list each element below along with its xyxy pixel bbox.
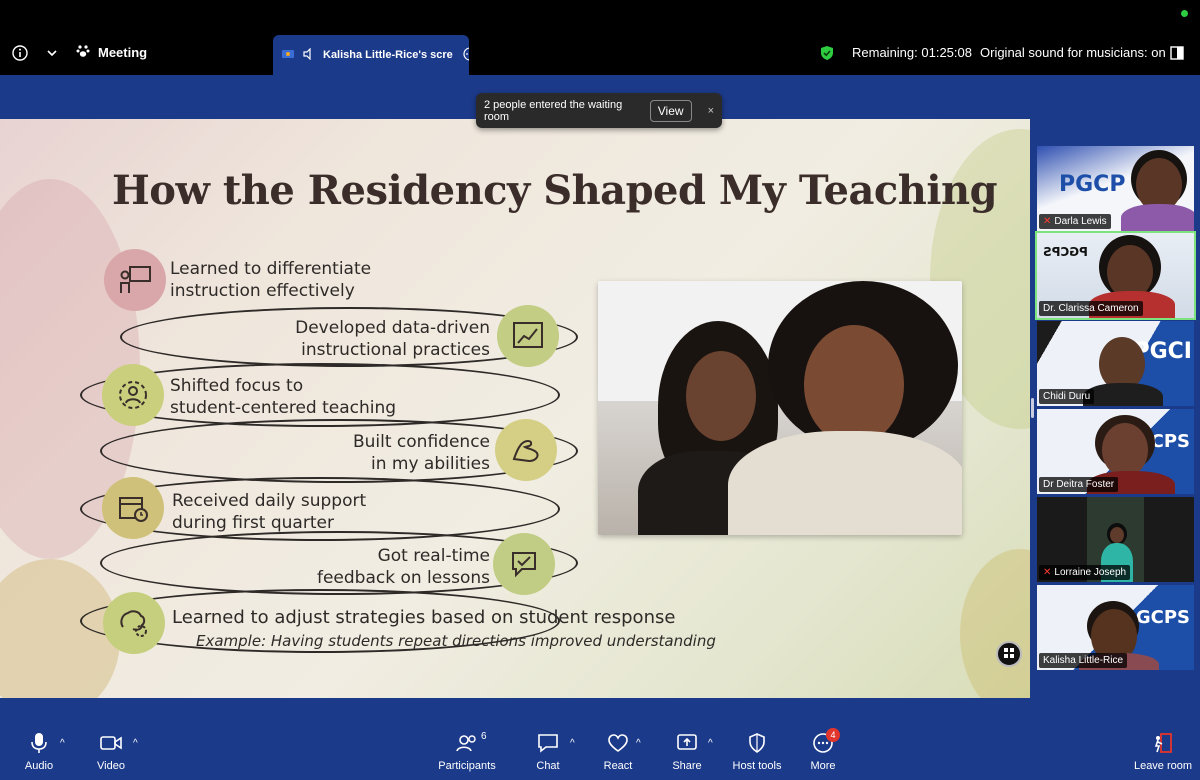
participant-tile[interactable]: PGCI Chidi Duru [1037, 321, 1194, 406]
more-badge: 4 [826, 728, 840, 742]
chat-icon [537, 730, 559, 756]
pgcps-logo: PGCPS [1043, 245, 1088, 259]
participant-video [1110, 527, 1124, 543]
remaining-time: Remaining: 01:25:08 [852, 45, 972, 60]
calendar-icon [102, 477, 164, 539]
chart-icon [497, 305, 559, 367]
presentation-icon [104, 249, 166, 311]
slide-title: How the Residency Shaped My Teaching [112, 167, 998, 214]
muscle-icon [495, 419, 557, 481]
mic-muted-icon: ✕ [1043, 216, 1052, 227]
participant-tile[interactable]: PGCPS Dr. Clarissa Cameron [1035, 231, 1196, 320]
microphone-icon [29, 730, 49, 756]
slide-item-text: Learned to differentiate instruction effe… [170, 259, 372, 301]
system-strip [0, 0, 1200, 30]
participant-tile[interactable]: PGCPS Dr Deitra Foster [1037, 409, 1194, 494]
slide-photo [598, 281, 962, 535]
more-button[interactable]: 4 More [788, 728, 858, 780]
mic-muted-icon: ✕ [1043, 567, 1052, 578]
shield-icon [748, 730, 766, 756]
participant-video [1102, 423, 1148, 477]
participants-icon: 6 [455, 730, 487, 756]
layout-icon[interactable] [1170, 30, 1184, 75]
caret-up-icon[interactable]: ^ [60, 738, 65, 749]
caret-up-icon[interactable]: ^ [570, 738, 575, 749]
speaker-icon [303, 47, 315, 63]
slide-item-text: Built confidence in my abilities [352, 432, 490, 474]
participant-tile[interactable]: PGCPS Kalisha Little-Rice [1037, 585, 1194, 670]
slide-item-text: Received daily support during first quart… [172, 491, 367, 533]
participant-name: Kalisha Little-Rice [1039, 653, 1128, 668]
original-sound-status[interactable]: Original sound for musicians: on [980, 30, 1166, 75]
student-icon [102, 364, 164, 426]
toast-message: 2 people entered the waiting room [484, 98, 623, 123]
slide-item-text: Shifted focus to student-centered teachin… [170, 376, 397, 418]
react-button[interactable]: React [583, 730, 653, 780]
info-icon[interactable] [12, 30, 28, 75]
slide-item-text: Developed data-driven instructional pract… [295, 318, 490, 360]
host-tools-button[interactable]: Host tools [722, 730, 792, 780]
slide-item-example: Example: Having students repeat directio… [196, 632, 716, 650]
paw-icon [76, 44, 90, 61]
participants-count: 6 [481, 731, 487, 742]
slide-item-text: Got real-time feedback on lessons [316, 546, 490, 588]
shared-screen: How the Residency Shaped My Teaching Lea… [0, 119, 1030, 698]
expand-icon [1003, 647, 1015, 662]
caret-up-icon[interactable]: ^ [133, 738, 138, 749]
chevron-down-icon[interactable] [46, 30, 58, 75]
more-options-icon[interactable] [463, 46, 469, 64]
screen-share-icon [281, 48, 295, 63]
participant-tile[interactable]: ✕ Lorraine Joseph [1037, 497, 1194, 582]
brain-gear-icon [103, 592, 165, 654]
chat-check-icon [493, 533, 555, 595]
caret-up-icon[interactable]: ^ [708, 738, 713, 749]
share-screen-icon [676, 730, 698, 756]
close-icon[interactable]: × [708, 105, 714, 117]
pgcps-logo: PGCP [1059, 172, 1126, 197]
shield-icon[interactable] [820, 30, 834, 75]
share-tab-label: Kalisha Little-Rice's scre [323, 49, 453, 61]
participant-name: Chidi Duru [1039, 389, 1095, 404]
participant-tile[interactable]: PGCP ✕ Darla Lewis [1037, 146, 1194, 231]
share-tab[interactable]: Kalisha Little-Rice's scre [273, 35, 469, 75]
status-dot-icon [1181, 10, 1188, 17]
waiting-room-toast: 2 people entered the waiting room View × [476, 93, 722, 128]
more-icon: 4 [812, 728, 840, 756]
watercolor-decoration [960, 549, 1030, 698]
resize-handle[interactable] [1031, 398, 1034, 418]
heart-icon [607, 730, 629, 756]
meeting-menu[interactable]: Meeting [76, 30, 147, 75]
meeting-label: Meeting [98, 45, 148, 60]
leave-room-button[interactable]: Leave room [1128, 730, 1198, 780]
meeting-topbar: Meeting Remaining: 01:25:08 Original sou… [0, 30, 1200, 75]
participant-name: ✕ Lorraine Joseph [1039, 565, 1131, 580]
participant-name: Dr. Clarissa Cameron [1039, 301, 1143, 316]
participants-button[interactable]: 6 Participants [431, 730, 503, 780]
leave-icon [1152, 730, 1174, 756]
camera-icon [99, 730, 123, 756]
meeting-toolbar: Audio ^ Video ^ 6 Participants Chat ^ Re… [0, 728, 1200, 780]
participant-name: Dr Deitra Foster [1039, 477, 1119, 492]
caret-up-icon[interactable]: ^ [636, 738, 641, 749]
view-button[interactable]: View [649, 99, 692, 122]
participant-name: ✕ Darla Lewis [1039, 214, 1111, 229]
slide-item-text: Learned to adjust strategies based on st… [172, 607, 676, 628]
slide-control-button[interactable] [996, 641, 1022, 667]
